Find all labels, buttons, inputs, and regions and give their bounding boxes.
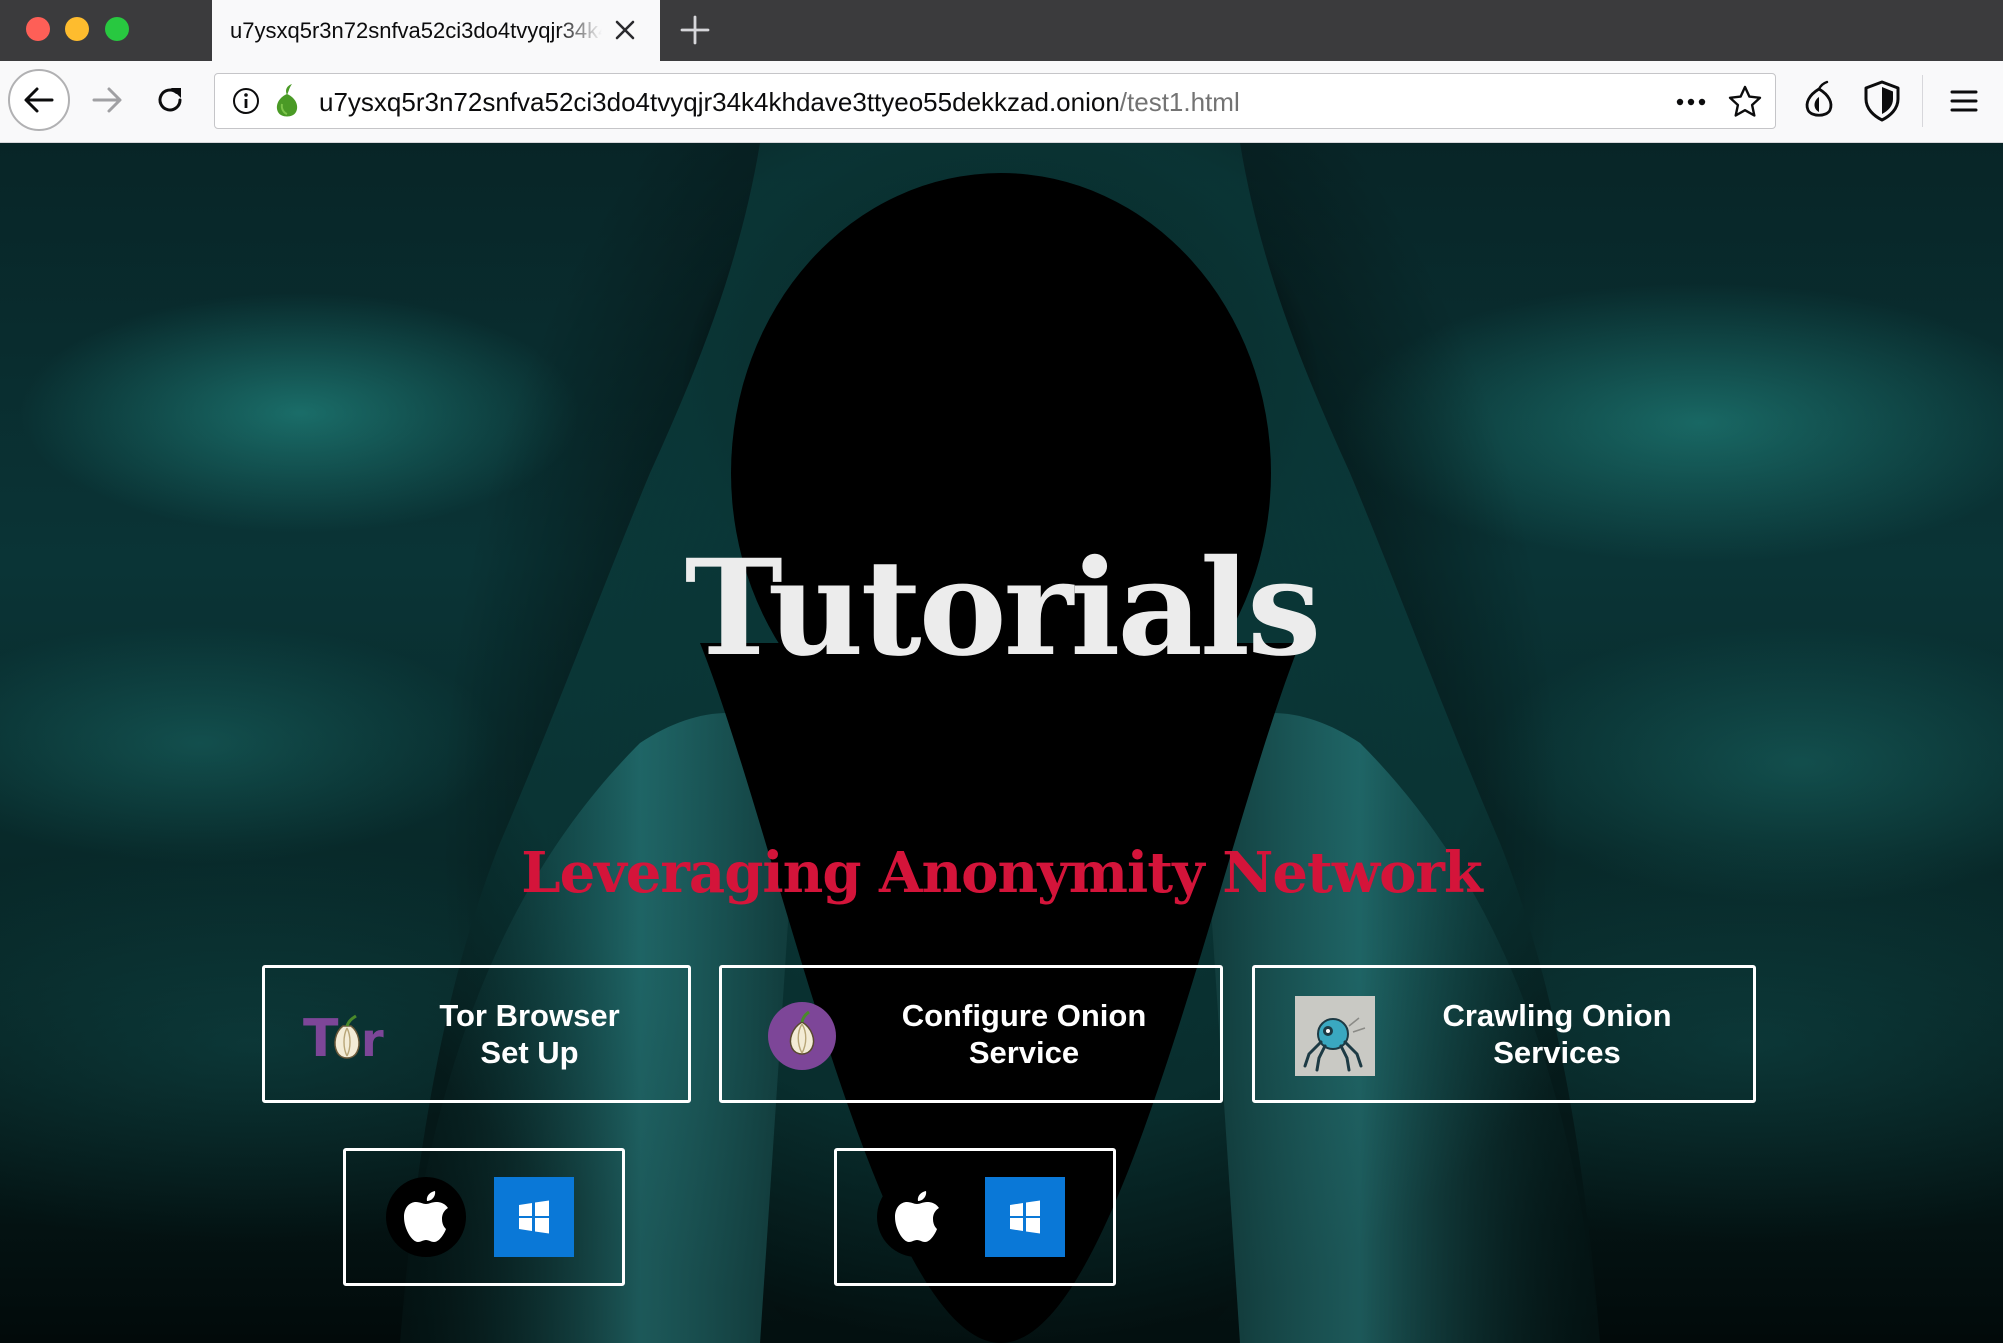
card-label-line1: Tor Browser [439, 998, 620, 1033]
card-label-line2: Set Up [480, 1035, 579, 1070]
svg-text:r: r [361, 1013, 384, 1066]
arrow-left-icon [24, 87, 54, 113]
tab-title: u7ysxq5r3n72snfva52ci3do4tvyqjr34k4khdav… [230, 18, 602, 43]
forward-button[interactable] [84, 75, 130, 125]
page-subtitle: Leveraging Anonymity Network [521, 840, 1483, 906]
url-host: u7ysxq5r3n72snfva52ci3do4tvyqjr34k4khdav… [319, 87, 1120, 117]
card-label: Configure Onion Service [842, 968, 1206, 1100]
card-label-line2: Services [1493, 1035, 1621, 1070]
more-actions-icon[interactable] [1671, 87, 1711, 117]
windows-icon[interactable] [494, 1177, 574, 1257]
download-box-onion-service [834, 1148, 1116, 1286]
card-label-line2: Service [968, 1035, 1080, 1070]
card-label-line1: Crawling Onion [1442, 998, 1672, 1033]
url-text[interactable]: u7ysxq5r3n72snfva52ci3do4tvyqjr34k4khdav… [319, 87, 1240, 118]
reload-button[interactable] [147, 75, 193, 125]
page-title: Tutorials [684, 531, 1322, 686]
navigation-bar: u7ysxq5r3n72snfva52ci3do4tvyqjr34k4khdav… [0, 61, 2003, 143]
spider-robot-icon [1293, 994, 1377, 1078]
info-icon[interactable] [231, 86, 261, 116]
hamburger-menu-icon[interactable] [1942, 79, 1986, 123]
onion-icon[interactable] [271, 82, 303, 120]
arrow-right-icon [92, 87, 122, 113]
svg-text:T: T [303, 1009, 339, 1066]
tor-browser-setup-button[interactable]: T r Tor Browser Set Up [262, 965, 691, 1103]
tab-strip: u7ysxq5r3n72snfva52ci3do4tvyqjr34k4khdav… [0, 0, 2003, 61]
back-button[interactable] [8, 69, 70, 131]
window-close-button[interactable] [26, 17, 50, 41]
toolbar-separator [1922, 75, 1923, 127]
card-label: Tor Browser Set Up [385, 968, 674, 1100]
card-label-line1: Configure Onion [901, 998, 1147, 1033]
bookmark-star-icon[interactable] [1727, 84, 1763, 120]
crawling-onion-services-button[interactable]: Crawling Onion Services [1252, 965, 1756, 1103]
card-label: Crawling Onion Services [1375, 968, 1739, 1100]
url-path: /test1.html [1119, 87, 1240, 117]
tor-circuit-icon[interactable] [1797, 79, 1841, 123]
configure-onion-service-button[interactable]: Configure Onion Service [719, 965, 1223, 1103]
address-bar[interactable]: u7ysxq5r3n72snfva52ci3do4tvyqjr34k4khdav… [214, 73, 1776, 129]
security-shield-icon[interactable] [1862, 79, 1902, 123]
window-minimize-button[interactable] [65, 17, 89, 41]
close-icon[interactable] [610, 15, 640, 45]
download-box-tor-browser [343, 1148, 625, 1286]
apple-icon[interactable] [386, 1177, 466, 1257]
browser-window: u7ysxq5r3n72snfva52ci3do4tvyqjr34k4khdav… [0, 0, 2003, 1343]
window-maximize-button[interactable] [105, 17, 129, 41]
new-tab-icon[interactable] [676, 11, 714, 49]
windows-icon[interactable] [985, 1177, 1065, 1257]
reload-icon [158, 88, 182, 112]
tab-active[interactable]: u7ysxq5r3n72snfva52ci3do4tvyqjr34k4khdav… [212, 0, 660, 61]
page-content: Tutorials Leveraging Anonymity Network T… [0, 143, 2003, 1343]
apple-icon[interactable] [877, 1177, 957, 1257]
onion-icon [760, 994, 844, 1078]
tor-logo-icon: T r [303, 994, 387, 1078]
